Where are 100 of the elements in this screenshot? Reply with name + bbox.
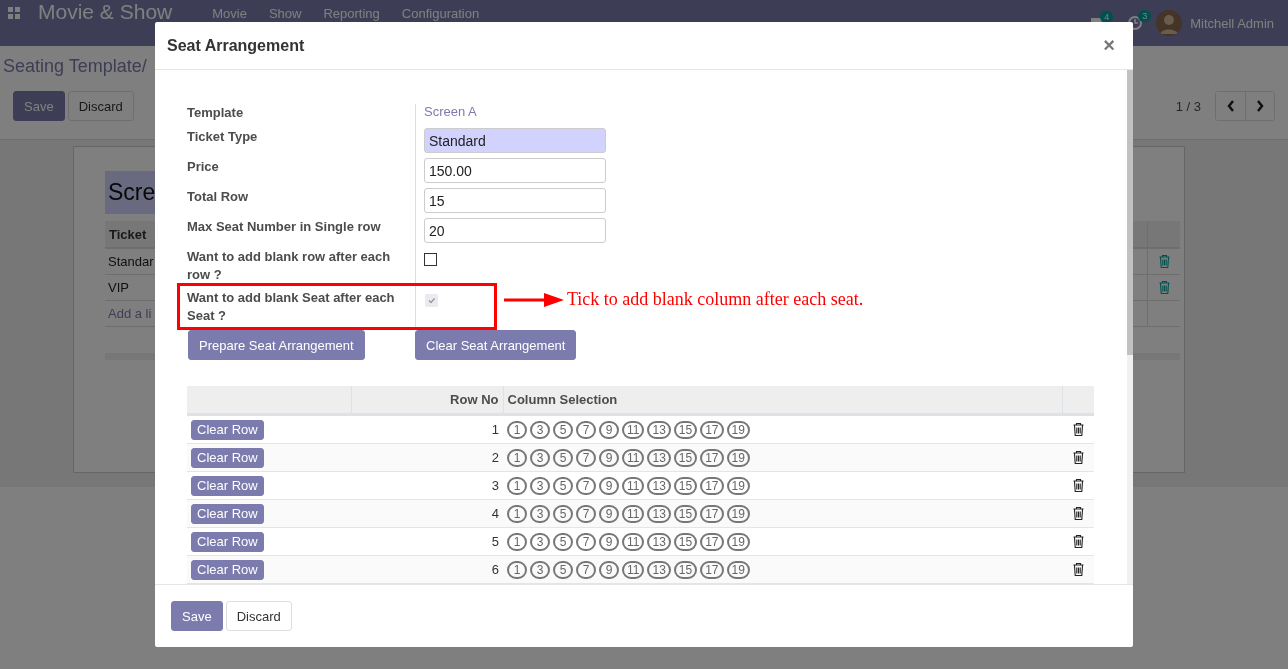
seat-toggle[interactable]: 9 bbox=[599, 448, 619, 467]
prepare-button[interactable]: Prepare Seat Arrangement bbox=[188, 330, 365, 360]
seat-toggle[interactable]: 5 bbox=[553, 504, 573, 523]
clear-row-button[interactable]: Clear Row bbox=[191, 531, 264, 552]
seat-toggle[interactable]: 13 bbox=[647, 476, 671, 495]
seat-toggle[interactable]: 3 bbox=[530, 476, 550, 495]
seat-toggle[interactable]: 19 bbox=[726, 420, 750, 439]
seat-toggle[interactable]: 13 bbox=[647, 420, 671, 439]
seat-toggle[interactable]: 19 bbox=[726, 504, 750, 523]
chevron-right-icon[interactable] bbox=[1256, 100, 1264, 112]
seat-toggle[interactable]: 5 bbox=[553, 532, 573, 551]
seat-toggle[interactable]: 17 bbox=[700, 448, 724, 467]
seat-toggle[interactable]: 3 bbox=[530, 532, 550, 551]
seat-toggle[interactable]: 9 bbox=[599, 420, 619, 439]
clear-button[interactable]: Clear Seat Arrangement bbox=[415, 330, 577, 360]
trash-icon[interactable] bbox=[1072, 535, 1084, 548]
seat-toggle[interactable]: 13 bbox=[647, 560, 671, 579]
seat-toggle[interactable]: 15 bbox=[673, 560, 698, 579]
seat-toggle[interactable]: 5 bbox=[553, 420, 573, 439]
seat-toggle[interactable]: 1 bbox=[507, 560, 527, 579]
seat-toggle[interactable]: 5 bbox=[553, 448, 573, 467]
row-number: 3 bbox=[351, 471, 503, 500]
field-label: Price bbox=[187, 159, 219, 174]
seat-toggle[interactable]: 15 bbox=[673, 420, 698, 439]
seat-toggle[interactable]: 15 bbox=[673, 532, 698, 551]
clear-row-button[interactable]: Clear Row bbox=[191, 447, 264, 468]
seat-toggle[interactable]: 17 bbox=[700, 532, 724, 551]
seat-toggle[interactable]: 19 bbox=[726, 448, 750, 467]
checkbox[interactable] bbox=[424, 253, 437, 266]
seat-toggle[interactable]: 13 bbox=[647, 448, 671, 467]
seat-toggle[interactable]: 9 bbox=[599, 560, 619, 579]
seat-toggle[interactable]: 3 bbox=[530, 448, 550, 467]
template-link[interactable]: Screen A bbox=[424, 104, 477, 119]
seat-toggle[interactable]: 15 bbox=[673, 448, 698, 467]
seat-toggle[interactable]: 11 bbox=[622, 476, 645, 495]
clear-row-button[interactable]: Clear Row bbox=[191, 475, 264, 496]
trash-icon[interactable] bbox=[1072, 479, 1084, 492]
input-field[interactable]: 15 bbox=[424, 188, 606, 213]
next-button[interactable] bbox=[1245, 92, 1274, 120]
seat-toggle[interactable]: 7 bbox=[576, 476, 596, 495]
seat-toggle[interactable]: 3 bbox=[530, 560, 550, 579]
seat-toggle[interactable]: 19 bbox=[726, 560, 750, 579]
activity-count: 3 bbox=[1138, 10, 1152, 22]
chevron-left-icon[interactable] bbox=[1226, 100, 1235, 112]
seat-toggle[interactable]: 7 bbox=[576, 448, 596, 467]
seat-toggle[interactable]: 1 bbox=[507, 476, 527, 495]
seat-toggle[interactable]: 13 bbox=[647, 504, 671, 523]
seat-toggle[interactable]: 15 bbox=[673, 504, 698, 523]
seat-toggle[interactable]: 17 bbox=[700, 420, 724, 439]
seat-toggle[interactable]: 13 bbox=[647, 532, 671, 551]
seat-toggle[interactable]: 1 bbox=[507, 532, 527, 551]
trash-icon[interactable] bbox=[1072, 563, 1084, 576]
seat-toggle[interactable]: 17 bbox=[700, 560, 724, 579]
seat-toggle[interactable]: 3 bbox=[530, 504, 550, 523]
discard-button[interactable]: Discard bbox=[225, 601, 292, 631]
seat-toggle[interactable]: 3 bbox=[530, 420, 550, 439]
seat-toggle[interactable]: 11 bbox=[622, 532, 645, 551]
seat-toggle[interactable]: 9 bbox=[599, 476, 619, 495]
clear-row-button[interactable]: Clear Row bbox=[191, 419, 264, 440]
arrow bbox=[504, 292, 564, 307]
scrollbar[interactable] bbox=[1127, 70, 1133, 584]
discard-button[interactable]: Discard bbox=[67, 91, 134, 121]
apps-icon[interactable] bbox=[8, 7, 20, 19]
clear-row-button[interactable]: Clear Row bbox=[191, 503, 264, 524]
seat-toggle[interactable]: 17 bbox=[700, 476, 724, 495]
trash-icon[interactable] bbox=[1072, 423, 1084, 436]
seat-toggle[interactable]: 11 bbox=[622, 448, 645, 467]
field-label: Ticket Type bbox=[187, 129, 258, 144]
seat-toggle[interactable]: 11 bbox=[622, 420, 645, 439]
seat-toggle[interactable]: 11 bbox=[622, 504, 645, 523]
seat-toggle[interactable]: 1 bbox=[507, 420, 527, 439]
seat-toggle[interactable]: 7 bbox=[576, 420, 596, 439]
column-header: Column Selection bbox=[503, 386, 1062, 415]
seat-toggle[interactable]: 1 bbox=[507, 448, 527, 467]
seat-toggle[interactable]: 17 bbox=[700, 504, 724, 523]
seat-toggle[interactable]: 9 bbox=[599, 532, 619, 551]
seat-toggle[interactable]: 19 bbox=[726, 532, 750, 551]
seat-toggle[interactable]: 1 bbox=[507, 504, 527, 523]
seat-toggle[interactable]: 5 bbox=[553, 476, 573, 495]
seat-toggle[interactable]: 7 bbox=[576, 504, 596, 523]
seat-toggle[interactable]: 11 bbox=[622, 560, 645, 579]
seat-toggle[interactable]: 5 bbox=[553, 560, 573, 579]
seat-toggle[interactable]: 7 bbox=[576, 532, 596, 551]
input-field[interactable]: Standard bbox=[424, 128, 606, 153]
row-number: 6 bbox=[351, 555, 503, 584]
trash-icon[interactable] bbox=[1072, 451, 1084, 464]
save-button[interactable]: Save bbox=[171, 601, 223, 631]
field-label: Total Row bbox=[187, 189, 249, 204]
input-field[interactable]: 150.00 bbox=[424, 158, 606, 183]
app-title: Movie & Show bbox=[38, 1, 173, 22]
clock-icon[interactable] bbox=[1128, 16, 1143, 30]
close-button[interactable]: × bbox=[1097, 34, 1121, 57]
seat-toggle[interactable]: 19 bbox=[726, 476, 750, 495]
seat-toggle[interactable]: 7 bbox=[576, 560, 596, 579]
input-field[interactable]: 20 bbox=[424, 218, 606, 243]
trash-icon[interactable] bbox=[1072, 507, 1084, 520]
field-label: Template bbox=[187, 105, 244, 120]
seat-toggle[interactable]: 15 bbox=[673, 476, 698, 495]
seat-toggle[interactable]: 9 bbox=[599, 504, 619, 523]
clear-row-button[interactable]: Clear Row bbox=[191, 559, 264, 580]
